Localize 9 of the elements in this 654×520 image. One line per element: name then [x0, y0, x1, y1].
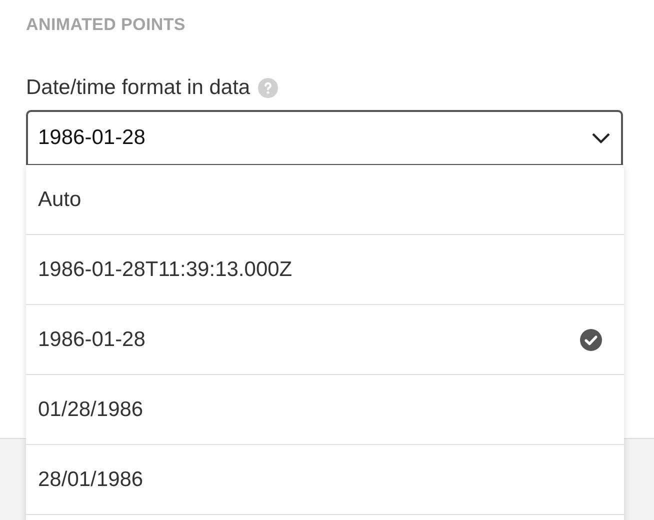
menu-option[interactable]: 01/28/1986 — [26, 375, 624, 445]
menu-option[interactable]: 28/01/1986 — [26, 445, 624, 515]
help-icon[interactable] — [258, 78, 278, 98]
section-title: ANIMATED POINTS — [26, 14, 186, 36]
field-label: Date/time format in data — [26, 76, 250, 100]
menu-option[interactable]: 1986-01-28 — [26, 305, 624, 375]
menu-option[interactable]: 1986-01-28T11:39:13.000Z — [26, 235, 624, 305]
caret-icon — [591, 132, 611, 144]
menu-option[interactable]: Auto — [26, 165, 624, 235]
